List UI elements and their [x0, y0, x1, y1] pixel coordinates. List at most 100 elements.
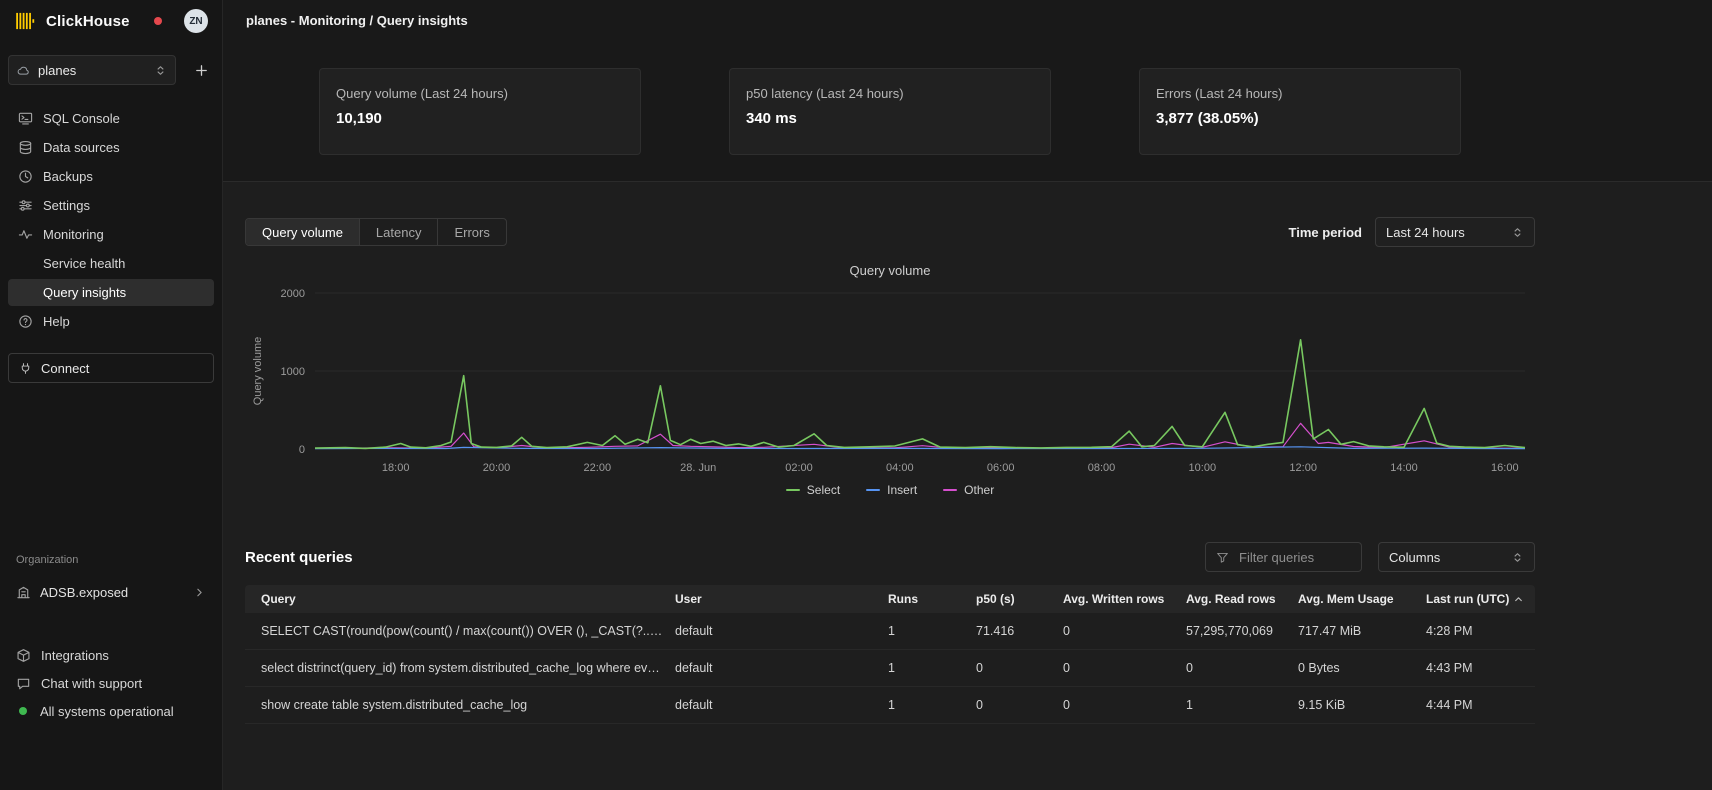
- svg-text:1000: 1000: [281, 366, 305, 378]
- legend-item-select[interactable]: Select: [786, 483, 840, 497]
- legend-label: Insert: [887, 483, 917, 497]
- table-row[interactable]: SELECT CAST(round(pow(count() / max(coun…: [245, 613, 1535, 650]
- legend-item-other[interactable]: Other: [943, 483, 994, 497]
- column-header-p50[interactable]: p50 (s): [976, 592, 1063, 606]
- svg-text:06:00: 06:00: [987, 462, 1015, 474]
- tab-latency[interactable]: Latency: [359, 219, 438, 245]
- column-header-user[interactable]: User: [675, 592, 888, 606]
- service-selector[interactable]: planes: [8, 55, 176, 85]
- table-row[interactable]: show create table system.distributed_cac…: [245, 687, 1535, 724]
- recent-queries-title: Recent queries: [245, 549, 353, 566]
- column-header-runs[interactable]: Runs: [888, 592, 976, 606]
- metric-value: 10,190: [336, 110, 624, 127]
- chevron-updown-icon: [1511, 551, 1524, 564]
- cell-query: SELECT CAST(round(pow(count() / max(coun…: [245, 624, 675, 638]
- cell-runs: 1: [888, 698, 976, 712]
- connect-button[interactable]: Connect: [8, 353, 214, 383]
- sidebar-item-help[interactable]: Help: [8, 308, 214, 335]
- sidebar-item-monitoring[interactable]: Monitoring: [8, 221, 214, 248]
- sidebar-item-sql-console[interactable]: SQL Console: [8, 105, 214, 132]
- plug-icon: [19, 362, 32, 375]
- table-header-row: Query User Runs p50 (s) Avg. Written row…: [245, 585, 1535, 613]
- cell-user: default: [675, 661, 888, 675]
- cell-avg-mem-usage: 0 Bytes: [1298, 661, 1426, 675]
- column-header-avg-written-rows[interactable]: Avg. Written rows: [1063, 592, 1186, 606]
- controls-row: Query volume Latency Errors Time period …: [245, 217, 1535, 247]
- tab-errors[interactable]: Errors: [437, 219, 505, 245]
- footer-item-label: Integrations: [41, 648, 109, 663]
- sidebar-item-data-sources[interactable]: Data sources: [8, 134, 214, 161]
- svg-text:18:00: 18:00: [382, 462, 410, 474]
- legend-label: Select: [807, 483, 840, 497]
- footer-item-label: All systems operational: [40, 704, 174, 719]
- chevron-updown-icon: [154, 64, 167, 77]
- sidebar: ClickHouse ZN planes: [0, 0, 223, 790]
- sidebar-item-query-insights[interactable]: Query insights: [8, 279, 214, 306]
- plus-icon: [194, 63, 209, 78]
- pulse-icon: [18, 227, 33, 242]
- system-status-item[interactable]: All systems operational: [16, 702, 206, 720]
- svg-text:0: 0: [299, 444, 305, 456]
- chevron-updown-icon: [1511, 226, 1524, 239]
- cell-p50: 0: [976, 661, 1063, 675]
- organization-label: Organization: [16, 554, 206, 566]
- svg-text:16:00: 16:00: [1491, 462, 1519, 474]
- add-service-button[interactable]: [188, 57, 214, 83]
- legend-swatch: [943, 489, 957, 491]
- organization-item[interactable]: ADSB.exposed: [16, 578, 206, 606]
- metric-card-errors: Errors (Last 24 hours) 3,877 (38.05%): [1139, 68, 1461, 155]
- svg-text:28. Jun: 28. Jun: [680, 462, 716, 474]
- column-header-avg-read-rows[interactable]: Avg. Read rows: [1186, 592, 1298, 606]
- legend-swatch: [866, 489, 880, 491]
- organization-section: Organization ADSB.exposed: [0, 554, 222, 606]
- svg-text:20:00: 20:00: [483, 462, 511, 474]
- help-icon: [18, 314, 33, 329]
- organization-icon: [16, 585, 31, 600]
- chart-legend: Select Insert Other: [245, 483, 1535, 497]
- brand-name[interactable]: ClickHouse: [46, 13, 130, 30]
- top-region: planes - Monitoring / Query insights Que…: [223, 0, 1712, 182]
- time-period-label: Time period: [1289, 225, 1362, 240]
- column-header-avg-mem-usage[interactable]: Avg. Mem Usage: [1298, 592, 1426, 606]
- chart-title: Query volume: [245, 263, 1535, 278]
- cell-user: default: [675, 698, 888, 712]
- table-row[interactable]: select distrinct(query_id) from system.d…: [245, 650, 1535, 687]
- column-header-query[interactable]: Query: [245, 592, 675, 606]
- sidebar-item-settings[interactable]: Settings: [8, 192, 214, 219]
- chart-block: Query volume 01000200018:0020:0022:0028.…: [245, 263, 1535, 497]
- tab-query-volume[interactable]: Query volume: [246, 219, 359, 245]
- user-avatar[interactable]: ZN: [184, 9, 208, 33]
- columns-select[interactable]: Columns: [1378, 542, 1535, 572]
- recent-queries-header-row: Recent queries Columns: [245, 541, 1535, 573]
- sidebar-header: ClickHouse ZN: [0, 0, 222, 45]
- main-area: planes - Monitoring / Query insights Que…: [223, 0, 1712, 790]
- app-root: ClickHouse ZN planes: [0, 0, 1712, 790]
- metric-label: Query volume (Last 24 hours): [336, 86, 624, 101]
- cell-query: select distrinct(query_id) from system.d…: [245, 661, 675, 675]
- filter-queries-input[interactable]: [1237, 549, 1351, 566]
- legend-item-insert[interactable]: Insert: [866, 483, 917, 497]
- sidebar-item-label: SQL Console: [43, 111, 120, 126]
- cell-avg-read-rows: 0: [1186, 661, 1298, 675]
- sidebar-item-label: Data sources: [43, 140, 120, 155]
- funnel-icon: [1216, 551, 1229, 564]
- column-header-label: Avg. Mem Usage: [1298, 592, 1394, 606]
- column-header-label: Query: [261, 592, 296, 606]
- time-period-select[interactable]: Last 24 hours: [1375, 217, 1535, 247]
- sidebar-item-service-health[interactable]: Service health: [8, 250, 214, 277]
- cell-avg-read-rows: 1: [1186, 698, 1298, 712]
- chat-support-item[interactable]: Chat with support: [16, 674, 206, 692]
- sidebar-item-backups[interactable]: Backups: [8, 163, 214, 190]
- clickhouse-logo-icon: [16, 12, 38, 30]
- column-header-label: Avg. Read rows: [1186, 592, 1276, 606]
- filter-queries-box[interactable]: [1205, 542, 1362, 572]
- column-header-label: Avg. Written rows: [1063, 592, 1164, 606]
- clock-icon: [18, 169, 33, 184]
- svg-text:2000: 2000: [281, 288, 305, 300]
- integrations-item[interactable]: Integrations: [16, 646, 206, 664]
- column-header-label: Last run (UTC): [1426, 592, 1509, 606]
- sidebar-nav: SQL Console Data sources Backups Setting…: [0, 91, 222, 335]
- column-header-last-run[interactable]: Last run (UTC): [1426, 592, 1535, 606]
- cell-avg-written-rows: 0: [1063, 698, 1186, 712]
- chevron-right-icon: [193, 586, 206, 599]
